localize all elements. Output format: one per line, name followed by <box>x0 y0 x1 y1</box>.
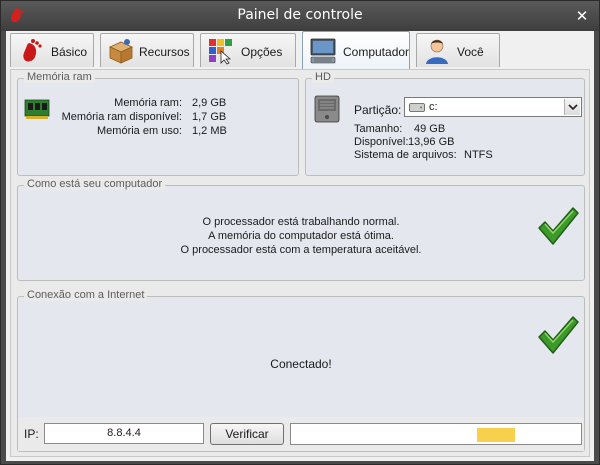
internet-group-title: Conexão com a Internet <box>24 289 148 301</box>
close-button[interactable]: ✕ <box>573 7 591 25</box>
window-title: Painel de controle <box>237 7 363 23</box>
title-bar[interactable]: Painel de controle ✕ <box>1 1 599 31</box>
tab-label: Computador <box>343 45 410 59</box>
drive-icon <box>409 103 425 112</box>
hard-disk-icon <box>314 95 340 123</box>
window-client-area: Básico Recursos Opções Computador Você M… <box>6 31 594 461</box>
tab-basico[interactable]: Básico <box>10 33 94 67</box>
connection-status: Conectado! <box>270 357 332 371</box>
hd-group-title: HD <box>312 71 334 83</box>
ram-module-icon <box>24 99 50 119</box>
options-grid-icon <box>209 39 232 65</box>
ram-available-value: 1,7 GB <box>192 111 227 123</box>
tab-label: Recursos <box>139 45 190 59</box>
status-line-temperature: O processador está com a temperatura ace… <box>180 244 422 256</box>
hd-group: HD Partição: c: Tamanho: 49 GB Disponíve… <box>305 71 585 176</box>
computer-tab-panel: Memória ram Memória ram: 2,9 GB Memória … <box>10 69 590 457</box>
status-line-processor: O processador está trabalhando normal. <box>202 216 400 228</box>
computer-status-group: Como está seu computador O processador e… <box>17 178 585 281</box>
memory-group-title: Memória ram <box>24 71 95 83</box>
filesystem-label: Sistema de arquivos: <box>354 149 457 161</box>
available-value: 13,96 GB <box>408 136 455 148</box>
ram-total-label: Memória ram: <box>114 97 182 109</box>
user-icon <box>426 39 448 64</box>
connection-progress <box>290 423 582 445</box>
ip-input[interactable]: 8.8.4.4 <box>44 423 204 444</box>
tab-label: Você <box>457 45 484 59</box>
ram-total-value: 2,9 GB <box>192 97 227 109</box>
progress-fill <box>477 428 515 442</box>
ram-available-label: Memória ram disponível: <box>61 111 182 123</box>
size-value: 49 GB <box>414 123 446 135</box>
partition-select[interactable]: c: <box>404 97 582 117</box>
checkmark-icon <box>538 207 579 245</box>
computer-icon <box>310 38 336 64</box>
package-box-icon <box>109 39 133 64</box>
ram-in-use-value: 1,2 MB <box>192 125 227 137</box>
ram-in-use-label: Memória em uso: <box>97 125 182 137</box>
tab-voce[interactable]: Você <box>416 33 500 67</box>
filesystem-value: NTFS <box>464 149 493 161</box>
tab-opcoes[interactable]: Opções <box>200 33 296 67</box>
available-label: Disponível: <box>354 136 409 148</box>
checkmark-icon <box>538 316 579 354</box>
tab-recursos[interactable]: Recursos <box>100 33 194 67</box>
gnome-foot-icon <box>23 39 42 62</box>
ip-label: IP: <box>24 427 39 441</box>
internet-group: Conexão com a Internet Conectado! IP: 8.… <box>17 289 585 452</box>
partition-label: Partição: <box>354 103 402 117</box>
size-label: Tamanho: <box>354 123 403 135</box>
chevron-down-icon[interactable] <box>564 99 580 115</box>
status-line-memory: A memória do computador está ótima. <box>208 230 394 242</box>
verify-button[interactable]: Verificar <box>210 423 284 445</box>
computer-status-title: Como está seu computador <box>24 178 166 190</box>
ip-row: IP: 8.8.4.4 Verificar <box>18 417 584 451</box>
tab-label: Opções <box>241 45 283 59</box>
tab-label: Básico <box>51 45 88 59</box>
memory-group: Memória ram Memória ram: 2,9 GB Memória … <box>17 71 299 176</box>
tab-computador[interactable]: Computador <box>302 31 410 69</box>
partition-value: c: <box>429 101 438 113</box>
control-panel-window: Painel de controle ✕ Básico Recursos Opç… <box>0 0 600 465</box>
tab-bar: Básico Recursos Opções Computador Você <box>6 31 594 69</box>
